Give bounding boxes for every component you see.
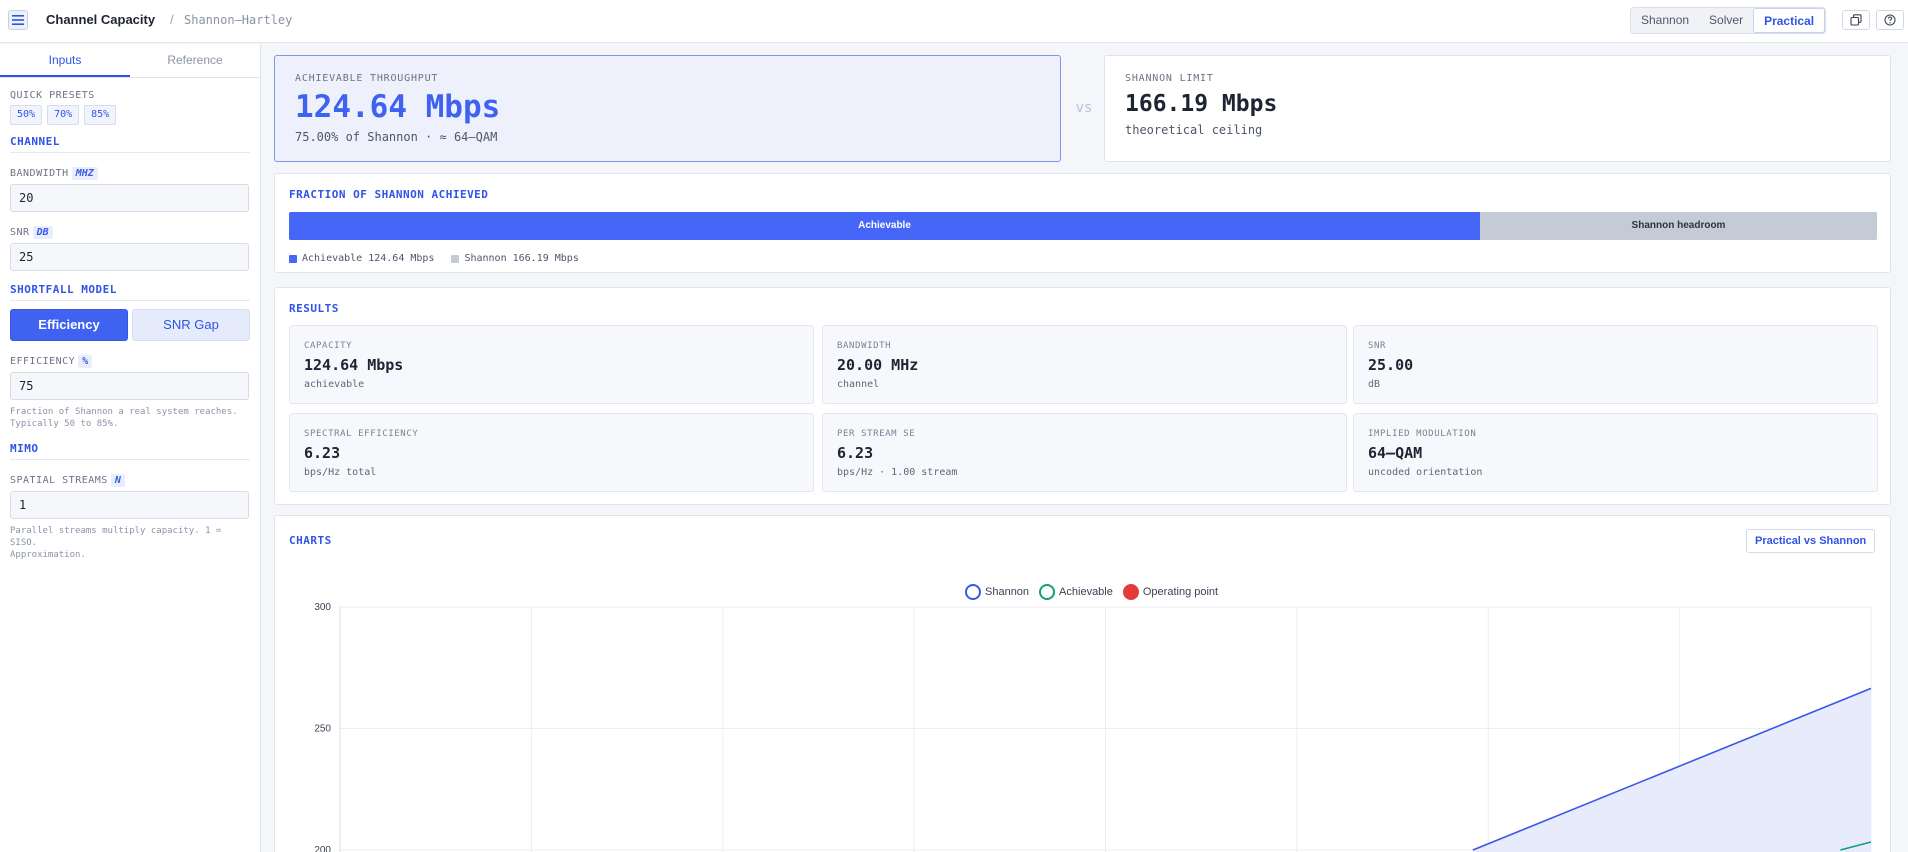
achievable-value: 124.64 Mbps	[295, 89, 501, 125]
achievable-card: ACHIEVABLE THROUGHPUT 124.64 Mbps 75.00%…	[274, 55, 1061, 162]
metric-label: IMPLIED MODULATION	[1368, 429, 1477, 439]
page-subtitle: Shannon–Hartley	[184, 13, 293, 27]
channel-section-title: CHANNEL	[10, 135, 250, 153]
shannon-limit-value: 166.19 Mbps	[1125, 91, 1278, 117]
snr-gap-option-button[interactable]: SNR Gap	[132, 309, 250, 341]
metric-label: PER STREAM SE	[837, 429, 916, 439]
spatial-streams-input[interactable]	[10, 491, 249, 519]
legend-shannon-swatch	[451, 254, 460, 263]
capacity-chart: 300 250 200	[314, 602, 1872, 852]
efficiency-unit: %	[78, 355, 93, 368]
tab-inputs[interactable]: Inputs	[0, 44, 130, 77]
efficiency-option-button[interactable]: Efficiency	[10, 309, 128, 341]
metric-value: 25.00	[1368, 356, 1414, 374]
sidebar: Inputs Reference QUICK PRESETS 50% 70% 8…	[0, 44, 261, 852]
preset-85-button[interactable]: 85%	[84, 105, 117, 125]
sidebar-tabs: Inputs Reference	[0, 44, 260, 78]
metric-per-stream-se: PER STREAM SE 6.23 bps/Hz · 1.00 stream	[822, 413, 1347, 492]
top-bar: Channel Capacity / Shannon–Hartley Shann…	[0, 0, 1908, 43]
spatial-streams-unit: N	[110, 474, 125, 487]
shortfall-toggle: Efficiency SNR Gap	[10, 309, 250, 341]
metric-value: 20.00 MHz	[837, 356, 919, 374]
metric-bandwidth: BANDWIDTH 20.00 MHz channel	[822, 325, 1347, 404]
copy-button[interactable]	[1842, 10, 1870, 30]
charts-card: CHARTS Practical vs Shannon Shannon Achi…	[274, 515, 1891, 852]
mode-switch: Shannon Solver Practical	[1630, 7, 1827, 34]
metric-subtext: bps/Hz · 1.00 stream	[837, 467, 958, 478]
metric-label: BANDWIDTH	[837, 341, 892, 351]
vs-label: vs	[1075, 100, 1093, 116]
help-icon	[1884, 14, 1896, 26]
mode-solver[interactable]: Solver	[1699, 8, 1753, 33]
achievable-label: ACHIEVABLE THROUGHPUT	[295, 73, 439, 84]
efficiency-input[interactable]	[10, 372, 249, 400]
y-tick-label: 250	[314, 724, 331, 735]
tab-reference[interactable]: Reference	[130, 44, 260, 77]
fraction-bar-achievable: Achievable	[289, 212, 1480, 240]
metric-value: 64–QAM	[1368, 444, 1423, 462]
metric-label: SNR	[1368, 341, 1387, 351]
mimo-hint-1: Parallel streams multiply capacity. 1 = …	[10, 526, 222, 548]
mode-shannon[interactable]: Shannon	[1631, 8, 1699, 33]
metric-value: 124.64 Mbps	[304, 356, 404, 374]
fraction-bar-headroom-label: Shannon headroom	[1631, 220, 1726, 231]
snr-label: SNR	[10, 227, 30, 238]
fraction-card: FRACTION OF SHANNON ACHIEVED Achievable …	[274, 173, 1891, 273]
metric-subtext: channel	[837, 379, 880, 390]
help-button[interactable]	[1876, 10, 1904, 30]
copy-icon	[1850, 14, 1862, 26]
achievable-subtext: 75.00% of Shannon · ≈ 64–QAM	[295, 130, 498, 144]
metric-subtext: dB	[1368, 379, 1381, 390]
menu-icon	[12, 15, 24, 25]
fraction-title: FRACTION OF SHANNON ACHIEVED	[289, 188, 489, 201]
mimo-section-title: MIMO	[10, 442, 250, 460]
metric-value: 6.23	[304, 444, 341, 462]
metric-subtext: bps/Hz total	[304, 467, 377, 478]
metric-value: 6.23	[837, 444, 874, 462]
shannon-limit-card: SHANNON LIMIT 166.19 Mbps theoretical ce…	[1104, 55, 1891, 162]
metric-capacity: CAPACITY 124.64 Mbps achievable	[289, 325, 814, 404]
metric-label: SPECTRAL EFFICIENCY	[304, 429, 419, 439]
bandwidth-unit: MHZ	[71, 167, 98, 180]
fraction-legend: Achievable 124.64 Mbps Shannon 166.19 Mb…	[289, 253, 579, 264]
fraction-bar: Achievable Shannon headroom	[289, 212, 1877, 240]
metric-label: CAPACITY	[304, 341, 353, 351]
metric-implied-modulation: IMPLIED MODULATION 64–QAM uncoded orient…	[1353, 413, 1878, 492]
snr-input[interactable]	[10, 243, 249, 271]
preset-70-button[interactable]: 70%	[47, 105, 80, 125]
breadcrumb-separator: /	[170, 12, 174, 27]
results-title: RESULTS	[289, 302, 339, 315]
metric-snr: SNR 25.00 dB	[1353, 325, 1878, 404]
mode-practical[interactable]: Practical	[1753, 8, 1826, 33]
shannon-limit-subtext: theoretical ceiling	[1125, 123, 1263, 137]
efficiency-label: EFFICIENCY	[10, 356, 76, 367]
bandwidth-input[interactable]	[10, 184, 249, 212]
metric-spectral-efficiency: SPECTRAL EFFICIENCY 6.23 bps/Hz total	[289, 413, 814, 492]
metric-subtext: uncoded orientation	[1368, 467, 1483, 478]
preset-group: 50% 70% 85%	[10, 105, 250, 125]
quick-presets-label: QUICK PRESETS	[10, 90, 95, 101]
menu-button[interactable]	[8, 10, 28, 30]
efficiency-hint-2: Typically 50 to 85%.	[10, 419, 119, 429]
efficiency-hint-1: Fraction of Shannon a real system reache…	[10, 407, 238, 417]
bandwidth-label: BANDWIDTH	[10, 168, 69, 179]
snr-unit: DB	[32, 226, 53, 239]
results-card: RESULTS CAPACITY 124.64 Mbps achievable …	[274, 287, 1891, 505]
metric-subtext: achievable	[304, 379, 365, 390]
spatial-streams-label: SPATIAL STREAMS	[10, 475, 108, 486]
fraction-bar-achievable-label: Achievable	[858, 220, 911, 231]
legend-shannon-text: Shannon 166.19 Mbps	[464, 253, 579, 264]
y-tick-label: 200	[314, 845, 331, 852]
fraction-bar-headroom: Shannon headroom	[1480, 212, 1877, 240]
y-tick-label: 300	[314, 602, 331, 613]
legend-achievable-swatch	[289, 254, 297, 263]
preset-50-button[interactable]: 50%	[10, 105, 43, 125]
app-title: Channel Capacity	[46, 12, 156, 27]
shortfall-section-title: SHORTFALL MODEL	[10, 283, 250, 301]
shannon-limit-label: SHANNON LIMIT	[1125, 73, 1214, 84]
mimo-hint-2: Approximation.	[10, 550, 86, 560]
legend-achievable-text: Achievable 124.64 Mbps	[302, 253, 435, 264]
